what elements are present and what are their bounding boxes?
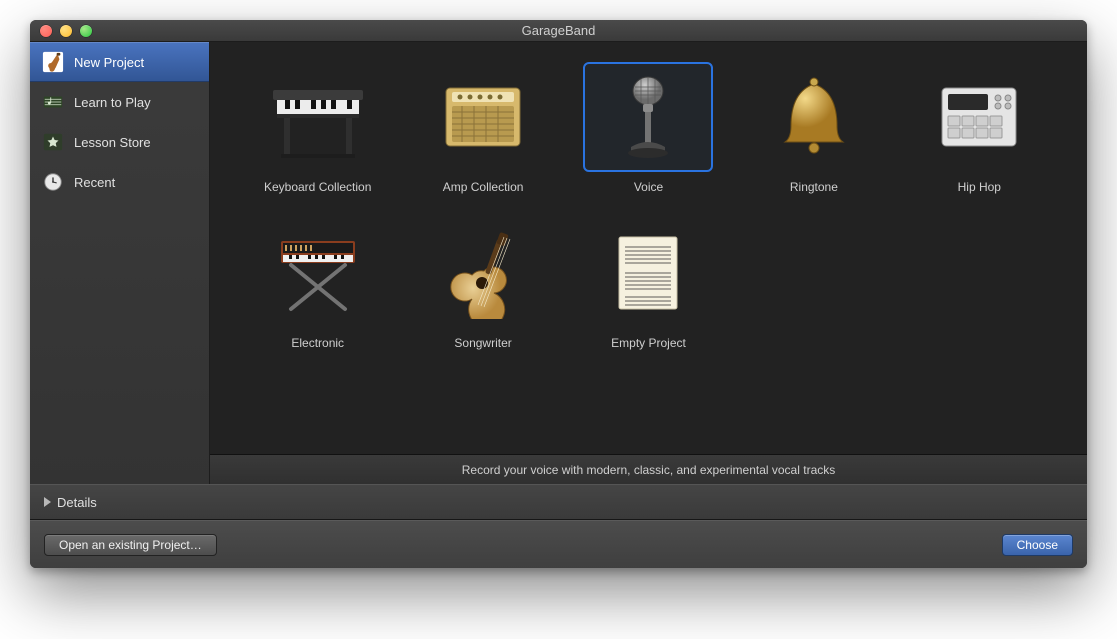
project-chooser-window: GarageBand New Project Learn to Play bbox=[30, 20, 1087, 568]
star-icon bbox=[42, 131, 64, 153]
sidebar-item-label: Recent bbox=[74, 175, 115, 190]
close-button[interactable] bbox=[40, 25, 52, 37]
sidebar-item-new-project[interactable]: New Project bbox=[30, 42, 209, 82]
template-empty-project[interactable]: Empty Project bbox=[571, 218, 726, 350]
template-amp-collection[interactable]: Amp Collection bbox=[405, 62, 560, 194]
template-keyboard-collection[interactable]: Keyboard Collection bbox=[240, 62, 395, 194]
sidebar: New Project Learn to Play Lesson Store R… bbox=[30, 42, 210, 484]
details-label: Details bbox=[57, 495, 97, 510]
microphone-icon bbox=[583, 62, 713, 172]
template-label: Empty Project bbox=[611, 336, 686, 350]
sidebar-item-recent[interactable]: Recent bbox=[30, 162, 209, 202]
disclosure-triangle-icon bbox=[44, 497, 51, 507]
amp-icon bbox=[418, 62, 548, 172]
template-hip-hop[interactable]: Hip Hop bbox=[902, 62, 1057, 194]
window-title: GarageBand bbox=[30, 23, 1087, 38]
acoustic-guitar-icon bbox=[418, 218, 548, 328]
template-label: Keyboard Collection bbox=[264, 180, 371, 194]
template-description-text: Record your voice with modern, classic, … bbox=[462, 463, 836, 477]
sidebar-item-label: Lesson Store bbox=[74, 135, 151, 150]
sidebar-item-label: Learn to Play bbox=[74, 95, 151, 110]
drum-machine-icon bbox=[914, 62, 1044, 172]
choose-button[interactable]: Choose bbox=[1002, 534, 1073, 556]
traffic-lights bbox=[30, 25, 92, 37]
template-label: Amp Collection bbox=[443, 180, 524, 194]
sidebar-item-lesson-store[interactable]: Lesson Store bbox=[30, 122, 209, 162]
template-label: Voice bbox=[634, 180, 663, 194]
footer: Open an existing Project… Choose bbox=[30, 520, 1087, 568]
sidebar-item-label: New Project bbox=[74, 55, 144, 70]
minimize-button[interactable] bbox=[60, 25, 72, 37]
details-disclosure[interactable]: Details bbox=[30, 484, 1087, 520]
templates-grid: Keyboard Collection bbox=[240, 62, 1057, 350]
templates-panel: Keyboard Collection bbox=[210, 42, 1087, 484]
template-label: Hip Hop bbox=[958, 180, 1001, 194]
score-icon bbox=[42, 91, 64, 113]
template-voice[interactable]: Voice bbox=[571, 62, 726, 194]
template-songwriter[interactable]: Songwriter bbox=[405, 218, 560, 350]
template-label: Ringtone bbox=[790, 180, 838, 194]
piano-icon bbox=[253, 62, 383, 172]
button-label: Choose bbox=[1017, 538, 1058, 552]
guitar-icon bbox=[42, 51, 64, 73]
titlebar: GarageBand bbox=[30, 20, 1087, 42]
template-electronic[interactable]: Electronic bbox=[240, 218, 395, 350]
template-label: Electronic bbox=[291, 336, 344, 350]
main-body: New Project Learn to Play Lesson Store R… bbox=[30, 42, 1087, 484]
sheet-music-icon bbox=[583, 218, 713, 328]
template-label: Songwriter bbox=[454, 336, 511, 350]
open-existing-project-button[interactable]: Open an existing Project… bbox=[44, 534, 217, 556]
zoom-button[interactable] bbox=[80, 25, 92, 37]
templates-grid-wrap: Keyboard Collection bbox=[210, 42, 1087, 454]
template-ringtone[interactable]: Ringtone bbox=[736, 62, 891, 194]
synth-icon bbox=[253, 218, 383, 328]
clock-icon bbox=[42, 171, 64, 193]
template-description: Record your voice with modern, classic, … bbox=[210, 454, 1087, 484]
sidebar-item-learn-to-play[interactable]: Learn to Play bbox=[30, 82, 209, 122]
button-label: Open an existing Project… bbox=[59, 538, 202, 552]
bell-icon bbox=[749, 62, 879, 172]
